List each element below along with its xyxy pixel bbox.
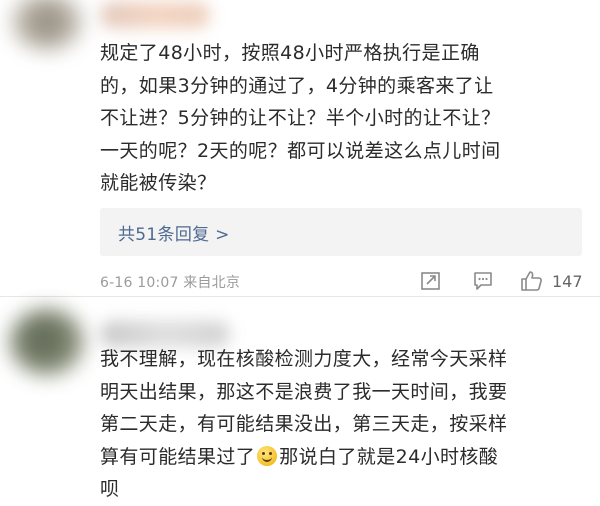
comment-item: 规定了48小时，按照48小时严格执行是正确 的，如果3分钟的通过了，4分钟的乘客… <box>0 0 600 296</box>
comment-icon[interactable] <box>472 270 494 292</box>
smile-emoji-icon <box>257 445 278 466</box>
comment-line: 第二天走，有可能结果没出，第三天走，按采样 <box>100 413 508 435</box>
avatar[interactable] <box>10 309 84 375</box>
timestamp: 6-16 10:07 来自北京 <box>100 275 241 291</box>
replies-box[interactable]: 共51条回复 > <box>100 208 582 256</box>
comment-line: 的，如果3分钟的通过了，4分钟的乘客来了让 <box>100 74 494 97</box>
comment-line: 明天出结果，那这不是浪费了我一天时间，我要 <box>100 380 508 403</box>
comment-text: 规定了48小时，按照48小时严格执行是正确 的，如果3分钟的通过了，4分钟的乘客… <box>100 37 580 200</box>
like-icon[interactable] <box>520 270 544 292</box>
like-count: 147 <box>552 272 583 291</box>
comment-line: 不让进？5分钟的让不让？半个小时的让不让？ <box>100 107 501 129</box>
comment-fragment: 那说白了就是24小时核酸 <box>279 445 499 468</box>
comment-line: 我不理解，现在核酸检测力度大，经常今天采样 <box>100 348 508 370</box>
comment-line: 一天的呢？2天的呢？都可以说差这么点儿时间 <box>100 139 501 162</box>
comment-line: 就能被传染？ <box>100 172 217 194</box>
comment-meta: 6-16 10:07 来自北京 147 <box>100 270 590 292</box>
comment-line: 规定了48小时，按照48小时严格执行是正确 <box>100 42 480 64</box>
comment-line: 呗 <box>100 478 120 500</box>
comment-fragment: 算有可能结果过了 <box>100 445 256 468</box>
comment-item: 我不理解，现在核酸检测力度大，经常今天采样 明天出结果，那这不是浪费了我一天时间… <box>0 297 600 505</box>
avatar[interactable] <box>12 0 82 50</box>
view-replies-link[interactable]: 共51条回复 > <box>118 220 230 245</box>
share-icon[interactable] <box>420 270 442 292</box>
username-redacted[interactable] <box>100 2 210 28</box>
comment-line: 算有可能结果过了 那说白了就是24小时核酸 <box>100 441 580 474</box>
comment-text: 我不理解，现在核酸检测力度大，经常今天采样 明天出结果，那这不是浪费了我一天时间… <box>100 343 580 506</box>
